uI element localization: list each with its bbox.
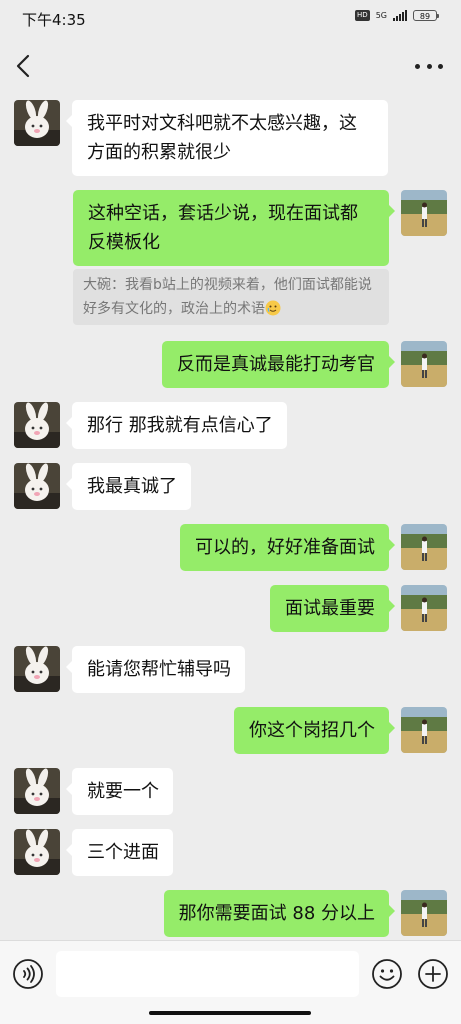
my-avatar[interactable]: [401, 707, 447, 753]
emoji-icon: [372, 959, 402, 989]
quoted-text: 大碗：我看b站上的视频来着，他们面试都能说好多有文化的，政治上的术语: [83, 277, 372, 317]
outgoing-message[interactable]: 那你需要面试 88 分以上: [163, 890, 396, 937]
contact-avatar[interactable]: [14, 100, 60, 146]
quoted-message[interactable]: 大碗：我看b站上的视频来着，他们面试都能说好多有文化的，政治上的术语: [73, 269, 389, 325]
incoming-message[interactable]: 那行 那我就有点信心了: [66, 402, 287, 449]
network-label: 5G: [375, 10, 387, 20]
contact-avatar[interactable]: [14, 768, 60, 814]
outgoing-message[interactable]: 面试最重要: [270, 585, 395, 632]
battery-icon: 89: [413, 10, 439, 21]
contact-avatar[interactable]: [14, 829, 60, 875]
incoming-message[interactable]: 三个进面: [66, 829, 173, 876]
outgoing-message[interactable]: 这种空话，套话少说，现在面试都反模板化: [73, 190, 395, 266]
emoji-button[interactable]: [371, 958, 403, 990]
my-avatar[interactable]: [401, 524, 447, 570]
chat-header: [0, 40, 461, 92]
outgoing-message[interactable]: 反而是真诚最能打动考官: [162, 341, 395, 388]
more-functions-button[interactable]: [417, 958, 449, 990]
chevron-left-icon: [16, 54, 30, 78]
my-avatar[interactable]: [401, 890, 447, 936]
more-dots-icon: [415, 63, 420, 69]
signal-icon: [393, 10, 407, 21]
incoming-message[interactable]: 我最真诚了: [66, 463, 191, 510]
contact-avatar[interactable]: [14, 402, 60, 448]
incoming-message[interactable]: 能请您帮忙辅导吗: [66, 646, 245, 693]
my-avatar[interactable]: [401, 585, 447, 631]
plus-icon: [418, 959, 448, 989]
contact-avatar[interactable]: [14, 646, 60, 692]
contact-avatar[interactable]: [14, 463, 60, 509]
voice-button[interactable]: [12, 958, 44, 990]
status-time: 下午4:35: [22, 11, 86, 29]
back-button[interactable]: [12, 52, 36, 80]
message-input[interactable]: [56, 951, 359, 997]
outgoing-message[interactable]: 你这个岗招几个: [234, 707, 395, 754]
incoming-message[interactable]: 就要一个: [66, 768, 173, 815]
outgoing-message[interactable]: 可以的，好好准备面试: [180, 524, 395, 571]
hd-badge: HD: [355, 10, 370, 21]
status-icons: HD 5G 89: [355, 10, 439, 21]
my-avatar[interactable]: [401, 190, 447, 236]
teary-smile-emoji-icon: [265, 300, 281, 316]
home-indicator[interactable]: [149, 1011, 311, 1015]
incoming-message[interactable]: 我平时对文科吧就不太感兴趣，这方面的积累就很少: [66, 100, 388, 176]
voice-icon: [13, 959, 43, 989]
my-avatar[interactable]: [401, 341, 447, 387]
more-button[interactable]: [415, 54, 443, 78]
chat-area[interactable]: 我平时对文科吧就不太感兴趣，这方面的积累就很少 这种空话，套话少说，现在面试都反…: [0, 92, 461, 940]
status-bar: 下午4:35 HD 5G 89: [0, 0, 461, 40]
